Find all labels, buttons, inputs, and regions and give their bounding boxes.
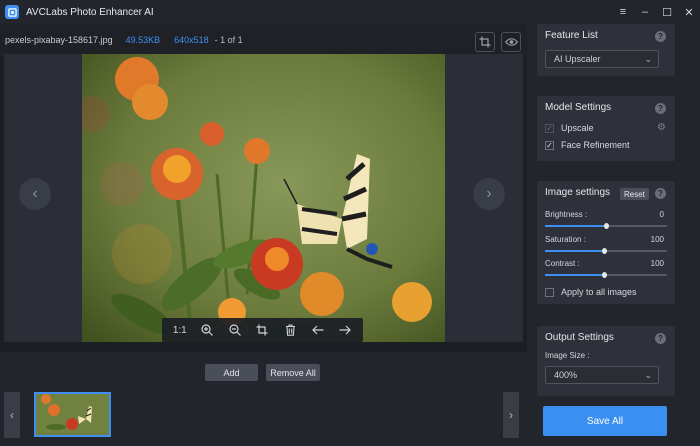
brightness-slider-fill (545, 225, 606, 227)
preview-toggle-button[interactable] (501, 32, 521, 52)
saturation-value: 100 (650, 235, 664, 244)
contrast-label: Contrast : (545, 259, 580, 268)
remove-all-button[interactable]: Remove All (266, 364, 320, 381)
model-settings-card: Model Settings ? ✓ Upscale ⚙ ✓ Face Refi… (537, 96, 675, 161)
face-refinement-option[interactable]: ✓ Face Refinement (545, 140, 630, 150)
minimize-icon[interactable]: – (634, 0, 656, 24)
chevron-right-icon: › (509, 408, 513, 422)
saturation-slider-handle[interactable] (601, 248, 607, 254)
title-bar: AVCLabs Photo Enhancer AI ≡ – ☐ ✕ (0, 0, 700, 24)
upscale-label: Upscale (561, 123, 594, 133)
zoom-out-icon[interactable] (225, 320, 245, 340)
saturation-slider[interactable] (545, 248, 667, 254)
face-refinement-label: Face Refinement (561, 140, 630, 150)
upscale-checkbox[interactable]: ✓ (545, 123, 554, 133)
zoom-in-icon[interactable] (197, 320, 217, 340)
save-all-button[interactable]: Save All (543, 406, 667, 436)
next-image-button[interactable]: › (473, 178, 505, 210)
image-canvas: ‹ › (4, 54, 523, 342)
image-settings-card: Image settings Reset ? Brightness : 0 Sa… (537, 181, 675, 304)
app-logo-icon (5, 5, 19, 19)
crop-toggle-button[interactable] (475, 32, 495, 52)
arrow-right-icon[interactable] (335, 320, 355, 340)
feature-select-value: AI Upscaler (554, 54, 601, 64)
model-settings-title: Model Settings (545, 102, 612, 113)
chevron-right-icon: › (486, 185, 492, 202)
brightness-slider-handle[interactable] (604, 223, 609, 229)
saturation-slider-fill (545, 250, 604, 252)
contrast-slider[interactable] (545, 272, 667, 278)
chevron-down-icon: ⌄ (644, 370, 652, 380)
close-icon[interactable]: ✕ (678, 0, 700, 24)
help-icon[interactable]: ? (655, 103, 666, 114)
previous-image-button[interactable]: ‹ (19, 178, 51, 210)
thumbnail-item[interactable] (34, 392, 111, 437)
arrow-left-icon[interactable] (308, 320, 328, 340)
output-settings-title: Output Settings (545, 332, 614, 343)
file-name: pexels-pixabay-158617.jpg (5, 35, 113, 45)
thumbnail-scroll-left-button[interactable]: ‹ (4, 392, 20, 438)
gear-icon[interactable]: ⚙ (657, 122, 666, 133)
crop-icon (479, 36, 491, 48)
help-icon[interactable]: ? (655, 31, 666, 42)
eye-icon (504, 38, 518, 46)
chevron-left-icon: ‹ (10, 408, 14, 422)
chevron-down-icon: ⌄ (644, 54, 652, 64)
help-icon[interactable]: ? (655, 188, 666, 199)
apply-all-label: Apply to all images (561, 287, 637, 297)
feature-select[interactable]: AI Upscaler ⌄ (545, 50, 659, 68)
preview-image (82, 54, 445, 342)
file-count: - 1 of 1 (214, 35, 243, 45)
file-size: 49.53KB (125, 35, 161, 45)
image-settings-title: Image settings (545, 187, 611, 198)
file-info-bar: pexels-pixabay-158617.jpg 49.53KB 640x51… (0, 24, 527, 56)
output-settings-card: Output Settings ? Image Size : 400% ⌄ (537, 326, 675, 396)
actual-size-button[interactable]: 1:1 (170, 320, 190, 340)
chevron-left-icon: ‹ (32, 185, 38, 202)
image-size-value: 400% (554, 370, 578, 380)
brightness-value: 0 (659, 210, 664, 219)
reset-button[interactable]: Reset (620, 188, 649, 200)
contrast-value: 100 (650, 259, 664, 268)
window-controls: ≡ – ☐ ✕ (612, 0, 700, 24)
feature-list-title: Feature List (545, 30, 598, 41)
face-refinement-checkbox[interactable]: ✓ (545, 140, 554, 150)
add-button[interactable]: Add (205, 364, 258, 381)
help-icon[interactable]: ? (655, 333, 666, 344)
apply-all-option[interactable]: Apply to all images (545, 287, 637, 297)
saturation-label: Saturation : (545, 235, 586, 244)
trash-icon[interactable] (280, 320, 300, 340)
app-title: AVCLabs Photo Enhancer AI (26, 6, 154, 18)
upscale-option[interactable]: ✓ Upscale (545, 123, 594, 133)
crop-icon[interactable] (252, 320, 272, 340)
image-size-label: Image Size : (545, 351, 590, 360)
apply-all-checkbox[interactable] (545, 287, 554, 297)
image-toolbar: 1:1 (162, 318, 363, 342)
thumbnail-scroll-right-button[interactable]: › (503, 392, 519, 438)
menu-icon[interactable]: ≡ (612, 0, 634, 24)
brightness-slider[interactable] (545, 223, 667, 229)
contrast-slider-handle[interactable] (601, 272, 607, 278)
maximize-icon[interactable]: ☐ (656, 0, 678, 24)
file-dimensions: 640x518 (174, 35, 209, 45)
brightness-label: Brightness : (545, 210, 588, 219)
image-size-select[interactable]: 400% ⌄ (545, 366, 659, 384)
feature-list-card: Feature List ? AI Upscaler ⌄ (537, 24, 675, 76)
contrast-slider-fill (545, 274, 604, 276)
